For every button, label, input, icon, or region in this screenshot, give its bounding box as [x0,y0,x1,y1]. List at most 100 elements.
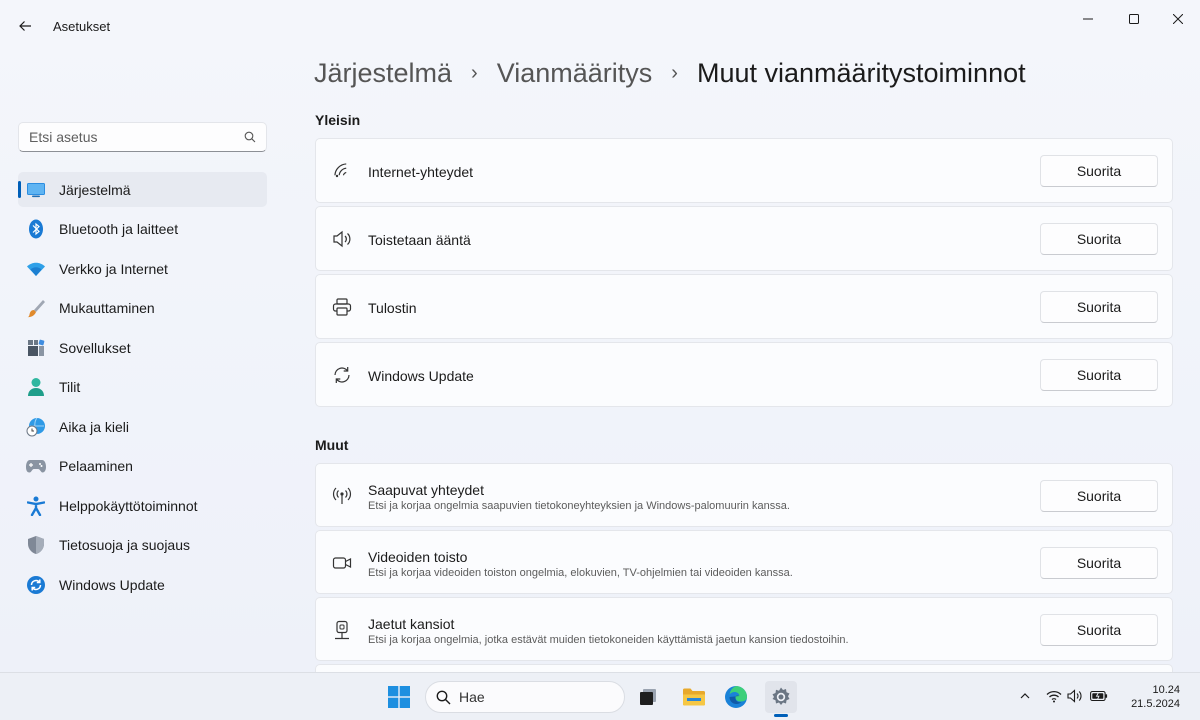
sidebar-item-label: Helppokäyttötoiminnot [59,497,198,514]
active-app-indicator [774,714,788,717]
chevron-up-icon [1020,693,1030,699]
troubleshooter-card: Toistetaan ääntä Suorita [315,206,1173,271]
sidebar-item-label: Bluetooth ja laitteet [59,221,179,237]
battery-tray-button[interactable] [1089,688,1109,704]
sidebar-item-label: Pelaaminen [59,458,133,474]
edge-icon [725,686,747,708]
section-common-label: Yleisin [315,112,361,128]
edge-browser-button[interactable] [720,681,752,713]
sidebar-item-windows-update[interactable]: Windows Update [18,567,267,602]
run-printer-button[interactable]: Suorita [1040,291,1158,323]
taskbar-search[interactable] [425,681,625,713]
run-audio-button[interactable]: Suorita [1040,223,1158,255]
network-tray-button[interactable] [1045,688,1063,704]
run-incoming-connections-button[interactable]: Suorita [1040,480,1158,512]
monitor-icon [26,180,46,200]
wifi-signal-icon [331,160,353,182]
run-video-playback-button[interactable]: Suorita [1040,547,1158,579]
file-explorer-button[interactable] [678,681,710,713]
chevron-right-icon: › [671,62,678,84]
troubleshooter-title: Videoiden toisto [368,549,468,565]
sidebar-item-label: Verkko ja Internet [59,260,168,277]
sidebar-item-label: Windows Update [59,576,165,593]
sidebar-item-personalization[interactable]: Mukauttaminen [18,291,267,326]
troubleshooter-card: Internet-yhteydet Suorita [315,138,1173,203]
troubleshooter-card: Jaetut kansiot Etsi ja korjaa ongelmia, … [315,597,1173,661]
maximize-icon [1129,14,1139,24]
troubleshooter-title: Toistetaan ääntä [368,232,471,248]
troubleshooter-title: Tulostin [368,300,417,316]
troubleshooter-description: Etsi ja korjaa ongelmia saapuvien tietok… [368,500,790,512]
sidebar-item-label: Mukauttaminen [59,300,155,316]
section-other-label: Muut [315,437,349,453]
settings-window: Asetukset Järjestelmä Bluetooth ja laitt… [0,0,1200,672]
close-icon [1173,14,1183,24]
accessibility-icon [26,496,46,516]
show-hidden-icons-button[interactable] [1018,688,1032,704]
run-windows-update-button[interactable]: Suorita [1040,359,1158,391]
volume-tray-button[interactable] [1066,688,1084,704]
wifi-icon [1046,690,1062,702]
sidebar-item-system[interactable]: Järjestelmä [18,172,267,207]
sidebar-item-privacy[interactable]: Tietosuoja ja suojaus [18,528,267,563]
wifi-icon [26,259,46,279]
bluetooth-icon [26,219,46,239]
troubleshooter-title: Windows Update [368,368,474,384]
sidebar-item-label: Järjestelmä [59,181,131,198]
speaker-icon [331,228,353,250]
task-view-icon [640,689,656,705]
shield-icon [26,535,46,555]
back-button[interactable] [10,12,40,40]
minimize-button[interactable] [1065,6,1111,32]
search-icon [244,131,256,143]
troubleshooter-card: Videoiden toisto Etsi ja korjaa videoide… [315,530,1173,594]
run-internet-button[interactable]: Suorita [1040,155,1158,187]
sidebar-item-accounts[interactable]: Tilit [18,370,267,405]
brush-icon [26,298,46,318]
settings-search-input[interactable] [29,129,244,145]
troubleshooter-card-partial [315,664,1173,672]
troubleshooter-card: Windows Update Suorita [315,342,1173,407]
chevron-right-icon: › [471,62,478,84]
sidebar-nav: Järjestelmä Bluetooth ja laitteet Verkko… [18,172,267,607]
breadcrumb-troubleshoot[interactable]: Vianmääritys [497,58,653,89]
clock-time: 10.24 [1152,684,1180,696]
taskbar: 10.24 21.5.2024 [0,672,1200,720]
troubleshooter-description: Etsi ja korjaa ongelmia, jotka estävät m… [368,634,849,646]
windows-logo-icon [388,686,410,708]
back-arrow-icon [19,21,31,31]
start-button[interactable] [383,681,415,713]
gear-icon [772,687,790,705]
sidebar-item-network[interactable]: Verkko ja Internet [18,251,267,286]
sidebar-item-accessibility[interactable]: Helppokäyttötoiminnot [18,488,267,523]
troubleshooter-description: Etsi ja korjaa videoiden toiston ongelmi… [368,567,793,579]
sidebar-item-apps[interactable]: Sovellukset [18,330,267,365]
close-button[interactable] [1155,6,1200,32]
page-title: Muut vianmääritystoiminnot [696,58,1026,88]
sidebar-item-gaming[interactable]: Pelaaminen [18,449,267,484]
folder-icon [683,688,705,706]
maximize-button[interactable] [1111,6,1157,32]
minimize-icon [1083,18,1093,20]
person-icon [26,377,46,397]
task-view-button[interactable] [632,681,664,713]
app-title: Asetukset [53,19,111,34]
settings-taskbar-button[interactable] [765,681,797,713]
run-shared-folders-button[interactable]: Suorita [1040,614,1158,646]
taskbar-search-input[interactable] [459,689,609,705]
sidebar-item-label: Aika ja kieli [59,418,130,435]
video-camera-icon [331,552,353,574]
breadcrumb: Järjestelmä › Vianmääritys › Muut vianmä… [314,58,1026,89]
troubleshooter-title: Saapuvat yhteydet [368,482,484,498]
troubleshooter-card: Saapuvat yhteydet Etsi ja korjaa ongelmi… [315,463,1173,527]
sidebar-item-bluetooth[interactable]: Bluetooth ja laitteet [18,212,267,247]
troubleshooter-card: Tulostin Suorita [315,274,1173,339]
search-icon [436,690,451,704]
refresh-icon [331,364,353,386]
breadcrumb-system[interactable]: Järjestelmä [314,58,452,89]
settings-search-box[interactable] [18,122,267,152]
system-clock[interactable]: 10.24 21.5.2024 [1124,683,1180,711]
apps-icon [26,338,46,358]
sidebar-item-label: Sovellukset [59,339,131,356]
sidebar-item-time-language[interactable]: Aika ja kieli [18,409,267,444]
